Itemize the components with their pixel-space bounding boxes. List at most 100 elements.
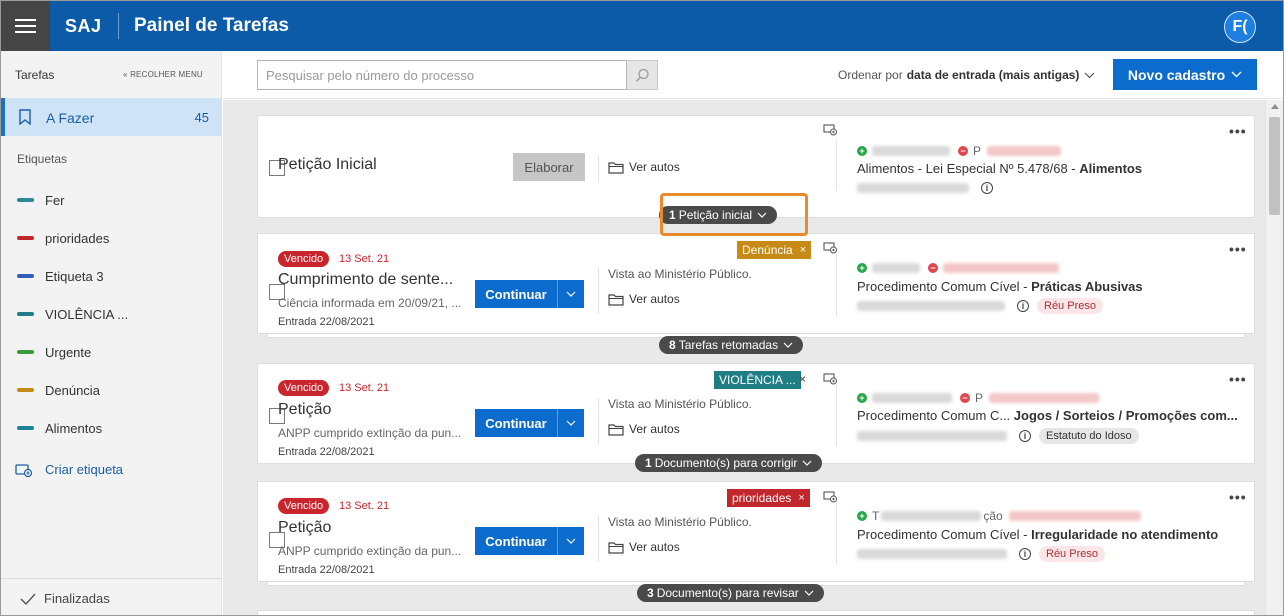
search-input[interactable] [257,60,627,90]
sidebar-item-label: A Fazer [46,110,95,126]
redacted-process-number [857,183,969,193]
continue-button[interactable]: Continuar [475,280,584,308]
hamburger-menu-icon[interactable] [1,1,50,51]
class-label: Procedimento Comum Cível - [857,527,1032,542]
parties-line: + − P [857,391,1107,405]
sidebar-tag-etiqueta-3[interactable]: Etiqueta 3 [17,267,104,285]
sidebar-tag-alimentos[interactable]: Alimentos [17,419,102,437]
due-date: 13 Set. 21 [339,253,390,265]
expand-resumed-tasks-pill[interactable]: 8 Tarefas retomadas [659,336,804,354]
continue-dropdown[interactable] [557,527,584,555]
passive-party-icon: − [960,393,970,403]
card-tag-violencia[interactable]: VIOLÊNCIA ... [714,371,801,389]
scrollbar-thumb[interactable] [1269,117,1280,215]
subject-label: Alimentos [1079,161,1143,176]
task-card[interactable]: Vencido 13 Set. 21 Cumprimento de sente.… [257,233,1255,334]
sidebar-tag-urgente[interactable]: Urgente [17,343,91,361]
due-date: 13 Set. 21 [339,500,390,512]
redacted-party [872,393,952,403]
entry-date: Entrada 22/08/2021 [278,564,375,576]
pill-count: 1 [645,456,652,470]
class-label: Alimentos - Lei Especial Nº 5.478/68 - [857,161,1080,176]
tag-label: VIOLÊNCIA ... [719,373,796,387]
avatar[interactable]: F( [1224,11,1256,43]
redacted-party [872,146,950,156]
info-icon[interactable]: i [1017,300,1029,312]
sidebar-item-count: 45 [194,110,209,125]
remove-tag-icon[interactable]: × [798,492,804,504]
tag-label: Fer [45,192,65,208]
sidebar-tag-denuncia[interactable]: Denúncia [17,381,100,399]
sidebar-tag-violencia[interactable]: VIOLÊNCIA ... [17,305,128,323]
task-title: Petição Inicial [278,156,377,173]
view-records-link[interactable]: Ver autos [608,292,680,306]
chevron-down-icon [1084,72,1095,78]
view-records-label: Ver autos [629,422,680,436]
parties-line: + T ção [857,509,1149,523]
status-badge: Estatuto do Idoso [1039,428,1139,444]
continue-dropdown[interactable] [557,409,584,437]
remove-tag-icon[interactable]: × [799,372,806,386]
card-divider [836,502,837,564]
continue-label: Continuar [485,533,547,549]
expand-documents-review-pill[interactable]: 3 Documento(s) para revisar [637,584,824,602]
brand-logo[interactable]: SAJ [65,16,102,37]
card-tag-prioridades[interactable]: prioridades × [727,489,810,507]
task-type-icon [823,491,837,503]
sidebar-tag-fer[interactable]: Fer [17,191,65,209]
view-records-link[interactable]: Ver autos [608,540,680,554]
top-bar: SAJ Painel de Tarefas F( [1,1,1283,51]
parties-line: + − [857,261,1067,275]
add-tag-icon [15,463,33,477]
task-card-partial[interactable] [257,610,1255,615]
more-options-icon[interactable]: ••• [1229,123,1247,139]
sidebar-tag-prioridades[interactable]: prioridades [17,229,109,247]
sidebar: Tarefas « RECOLHER MENU A Fazer 45 Etiqu… [1,51,222,615]
more-options-icon[interactable]: ••• [1229,241,1247,257]
pill-count: 8 [669,338,676,352]
create-tag-link[interactable]: Criar etiqueta [15,462,123,477]
info-icon[interactable]: i [1019,548,1031,560]
new-register-button[interactable]: Novo cadastro [1113,59,1257,90]
bookmark-icon [19,109,31,125]
more-options-icon[interactable]: ••• [1229,371,1247,387]
scrollbar[interactable] [1265,100,1283,615]
task-card[interactable]: Vencido 13 Set. 21 Petição ANPP cumprido… [257,481,1255,582]
redacted-party [989,393,1100,403]
task-type-icon [823,242,837,254]
chevron-down-icon [804,590,814,596]
folder-icon [608,161,624,174]
info-icon[interactable]: i [1019,430,1031,442]
remove-tag-icon[interactable]: × [800,244,806,256]
search-button[interactable] [627,60,658,90]
chevron-down-icon [1231,71,1242,78]
status-badge: Réu Preso [1039,546,1105,562]
check-icon [20,593,36,605]
continue-dropdown[interactable] [557,280,584,308]
continue-button[interactable]: Continuar [475,409,584,437]
tag-color-swatch [17,388,34,392]
subject-label: Jogos / Sorteios / Promoções com... [1013,408,1238,423]
active-party-icon: + [857,393,867,403]
continue-button[interactable]: Continuar [475,527,584,555]
sidebar-item-a-fazer[interactable]: A Fazer 45 [1,98,222,136]
continue-label: Continuar [485,415,547,431]
scroll-up-icon[interactable] [1271,104,1279,109]
card-tag-denuncia[interactable]: Denúncia × [737,241,812,259]
chevron-down-icon [783,342,793,348]
finished-tasks-link[interactable]: Finalizadas [20,591,110,606]
redacted-party [881,511,982,521]
more-options-icon[interactable]: ••• [1229,489,1247,505]
info-icon[interactable]: i [981,182,993,194]
status-badge: Réu Preso [1037,298,1103,314]
view-records-link[interactable]: Ver autos [608,160,680,174]
sort-dropdown[interactable]: Ordenar por data de entrada (mais antiga… [838,68,1095,82]
tag-color-swatch [17,274,34,278]
elaborate-button[interactable]: Elaborar [513,153,585,181]
tag-label: prioridades [732,491,792,505]
collapse-menu-button[interactable]: « RECOLHER MENU [123,70,203,79]
view-records-link[interactable]: Ver autos [608,422,680,436]
task-card[interactable]: Vencido 13 Set. 21 Petição ANPP cumprido… [257,363,1255,464]
expand-documents-correct-pill[interactable]: 1 Documento(s) para corrigir [635,454,823,472]
parties-line: + − P [857,144,1069,158]
